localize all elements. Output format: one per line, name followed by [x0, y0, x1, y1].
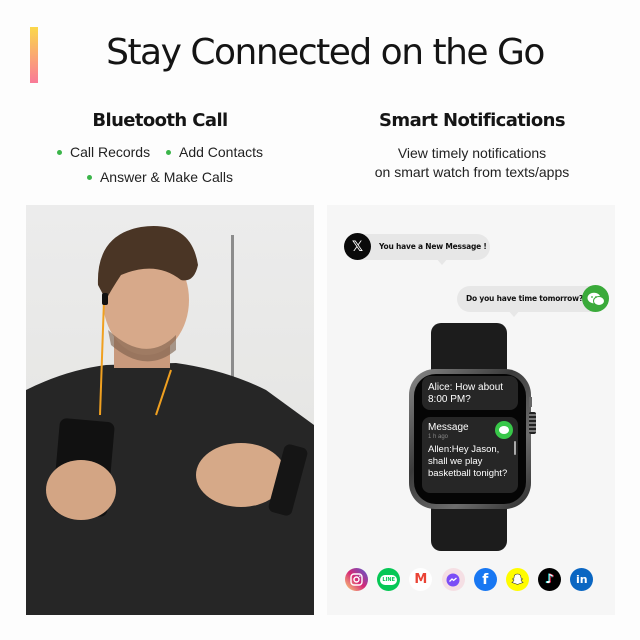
earbud: [102, 293, 108, 305]
smart-notifications-heading: Smart Notifications: [379, 110, 566, 131]
scroll-indicator: [514, 441, 516, 455]
bluetooth-features: Call Records Add Contacts Answer & Make …: [0, 140, 320, 190]
bullet-dot-icon: [165, 149, 171, 155]
facebook-icon: f: [473, 568, 497, 591]
snapchat-icon: [505, 568, 529, 591]
wechat-icon: [582, 285, 609, 312]
watch-side-button: [529, 397, 532, 407]
linkedin-icon: in: [570, 568, 594, 591]
social-app-icons: LINE M f ♪ in: [345, 568, 594, 591]
bullet-dot-icon: [86, 174, 92, 180]
messages-app-icon: [495, 421, 513, 439]
bluetooth-call-heading: Bluetooth Call: [92, 110, 228, 131]
messenger-icon: [441, 568, 465, 591]
watch-case: Alice: How about 8:00 PM? Message 1 h ag…: [409, 369, 531, 509]
watch-notification-alice[interactable]: Alice: How about 8:00 PM?: [422, 376, 518, 410]
line-icon: LINE: [377, 568, 401, 591]
lifestyle-photo: [26, 205, 314, 615]
feature-add-contacts: Add Contacts: [165, 140, 263, 165]
smartwatch: Alice: How about 8:00 PM? Message 1 h ag…: [407, 317, 537, 557]
watch-screen: Alice: How about 8:00 PM? Message 1 h ag…: [414, 374, 526, 504]
watch-crown: [529, 412, 536, 434]
notifications-description: View timely notifications on smart watch…: [374, 145, 570, 180]
feature-answer-calls: Answer & Make Calls: [86, 165, 233, 190]
tiktok-icon: ♪: [538, 568, 562, 591]
gmail-icon: M: [409, 568, 433, 591]
watch-notification-message[interactable]: Message 1 h ago Allen:Hey Jason, shall w…: [422, 417, 518, 493]
instagram-icon: [345, 568, 368, 591]
left-hand: [46, 460, 116, 520]
man-with-phone-illustration: [26, 226, 314, 615]
feature-call-records: Call Records: [56, 140, 150, 165]
notification-panel: You have a New Message ! 𝕏 Do you have t…: [327, 205, 615, 615]
bullet-dot-icon: [56, 149, 62, 155]
page-title: Stay Connected on the Go: [106, 32, 545, 73]
x-icon: 𝕏: [344, 233, 371, 260]
